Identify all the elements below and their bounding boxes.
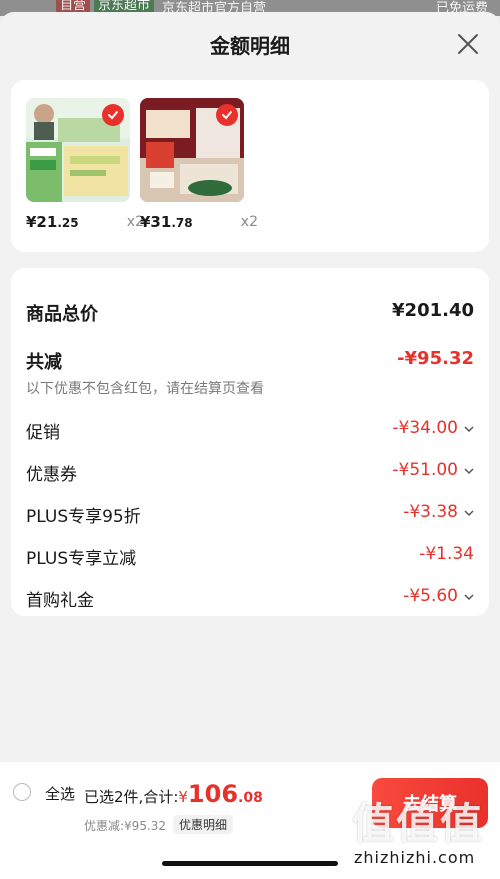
first-purchase-value: -¥5.60 xyxy=(403,586,458,606)
total-amount-decimal: .08 xyxy=(238,790,263,806)
plus-reduce-label: PLUS专享立减 xyxy=(26,549,137,569)
total-amount-integer: 106 xyxy=(187,780,239,808)
price-details-card: 商品总价 ¥201.40 共减 -¥95.32 以下优惠不包含红包，请在结算页查… xyxy=(11,268,489,616)
total-price-value: ¥201.40 xyxy=(392,300,474,321)
select-all-label[interactable]: 全选 xyxy=(45,783,75,804)
plus-discount-label: PLUS专享95折 xyxy=(26,507,141,527)
coupon-label: 优惠券 xyxy=(26,465,77,485)
chevron-down-icon[interactable] xyxy=(464,424,474,434)
discount-detail-button[interactable]: 优惠明细 xyxy=(173,815,234,834)
selected-check-icon[interactable] xyxy=(216,104,238,126)
total-reduce-value: -¥95.32 xyxy=(397,348,474,369)
currency-symbol: ¥ xyxy=(178,788,188,806)
coupon-value: -¥51.00 xyxy=(392,460,458,480)
order-summary: 已选2件,合计:¥106.08 xyxy=(84,780,263,808)
product-item[interactable]: ¥31.78 x2 xyxy=(140,98,258,231)
home-indicator xyxy=(162,861,338,866)
select-all-radio[interactable] xyxy=(13,783,31,801)
selected-count: 已选2件, xyxy=(84,788,144,806)
promotion-value: -¥34.00 xyxy=(392,418,458,438)
plus-reduce-value: -¥1.34 xyxy=(419,544,474,564)
sheet-title: 金额明细 xyxy=(210,34,290,58)
total-reduce-label: 共减 xyxy=(26,352,62,373)
product-quantity: x2 xyxy=(240,214,258,230)
product-thumbnail-tissue[interactable] xyxy=(26,98,130,202)
discount-note: 以下优惠不包含红包，请在结算页查看 xyxy=(26,381,264,397)
first-purchase-label: 首购礼金 xyxy=(26,591,94,611)
plus-discount-value: -¥3.38 xyxy=(403,502,458,522)
chevron-down-icon[interactable] xyxy=(464,466,474,476)
checkout-button[interactable]: 去结算 xyxy=(372,778,488,828)
product-card: ¥21.25 x2 ¥31.78 x2 xyxy=(11,80,489,252)
amount-detail-sheet: 金额明细 ¥21.25 x2 ¥31.78 x2 商品总价 ¥201.40 共减… xyxy=(0,12,500,879)
discount-summary: 优惠减:¥95.32 xyxy=(84,819,167,833)
close-icon[interactable] xyxy=(456,32,480,56)
product-price: ¥21.25 xyxy=(26,213,79,231)
selected-check-icon[interactable] xyxy=(102,104,124,126)
product-item[interactable]: ¥21.25 x2 xyxy=(26,98,144,231)
product-thumbnail-face-tissue[interactable] xyxy=(140,98,244,202)
chevron-down-icon[interactable] xyxy=(464,592,474,602)
checkout-bar: 全选 已选2件,合计:¥106.08 优惠减:¥95.32 优惠明细 去结算 xyxy=(0,762,500,879)
chevron-down-icon[interactable] xyxy=(464,508,474,518)
total-text: 合计: xyxy=(143,788,179,806)
product-price: ¥31.78 xyxy=(140,213,193,231)
promotion-label: 促销 xyxy=(26,423,60,443)
total-price-label: 商品总价 xyxy=(26,304,98,325)
